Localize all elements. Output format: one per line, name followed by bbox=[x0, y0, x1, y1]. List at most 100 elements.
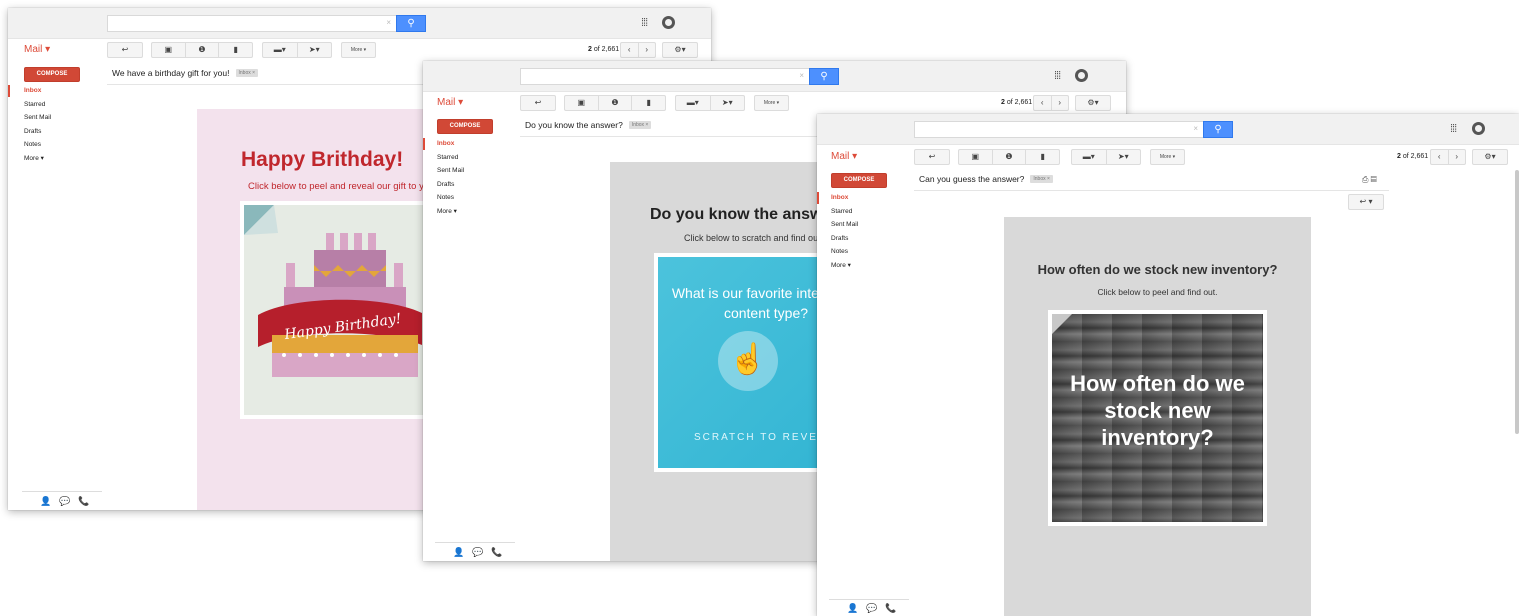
back-button[interactable]: ↩ bbox=[520, 95, 556, 111]
email-subline: Click below to peel and find out. bbox=[1097, 287, 1218, 297]
folder-icon[interactable]: ▬▾ bbox=[1072, 150, 1106, 164]
next-icon[interactable]: › bbox=[637, 43, 656, 57]
prev-icon[interactable]: ‹ bbox=[1431, 150, 1448, 164]
sidebar-nav: Inbox Starred Sent Mail Drafts Notes Mor… bbox=[437, 137, 464, 218]
compose-button[interactable]: COMPOSE bbox=[24, 67, 80, 82]
more-button[interactable]: More ▾ bbox=[341, 42, 376, 58]
sidebar-nav: Inbox Starred Sent Mail Drafts Notes Mor… bbox=[24, 84, 51, 165]
tag-icon[interactable]: ➤▾ bbox=[709, 96, 745, 110]
email-subline: Click below to peel and reveal our gift … bbox=[248, 181, 435, 192]
folder-icon[interactable]: ▬▾ bbox=[676, 96, 710, 110]
inbox-badge[interactable]: Inbox × bbox=[1030, 175, 1053, 183]
trash-icon[interactable]: ▮ bbox=[1025, 150, 1059, 164]
inbox-badge[interactable]: Inbox × bbox=[628, 121, 652, 129]
trash-icon[interactable]: ▮ bbox=[631, 96, 665, 110]
next-icon[interactable]: › bbox=[1050, 96, 1069, 110]
action-group: ▣ ❶ ▮ bbox=[958, 149, 1060, 165]
sidebar-item-notes[interactable]: Notes bbox=[437, 191, 464, 205]
settings-button[interactable]: ⚙▾ bbox=[662, 42, 698, 58]
inbox-marker bbox=[8, 85, 10, 97]
sidebar-item-inbox[interactable]: Inbox bbox=[24, 84, 51, 98]
spam-icon[interactable]: ❶ bbox=[991, 150, 1026, 164]
sidebar-item-notes[interactable]: Notes bbox=[831, 245, 858, 259]
search-button[interactable]: ⚲ bbox=[809, 68, 839, 85]
back-button[interactable]: ↩ bbox=[107, 42, 143, 58]
pager: ‹ › bbox=[1430, 149, 1466, 165]
apps-grid-icon[interactable]: ⁞⁞⁞ bbox=[1450, 123, 1457, 135]
account-icon[interactable] bbox=[662, 16, 675, 29]
label-group: ▬▾ ➤▾ bbox=[262, 42, 332, 58]
peel-corner[interactable] bbox=[1052, 314, 1072, 334]
folder-icon[interactable]: ▬▾ bbox=[263, 43, 297, 57]
settings-button[interactable]: ⚙▾ bbox=[1472, 149, 1508, 165]
gear-icon: ⚙▾ bbox=[674, 45, 686, 54]
apps-grid-icon[interactable]: ⁞⁞⁞ bbox=[1054, 70, 1061, 82]
birthday-card[interactable]: Happy Birthday! bbox=[240, 201, 440, 419]
account-icon[interactable] bbox=[1472, 122, 1485, 135]
search-clear-icon[interactable]: × bbox=[386, 18, 391, 27]
sidebar-item-drafts[interactable]: Drafts bbox=[831, 232, 858, 246]
settings-button[interactable]: ⚙▾ bbox=[1075, 95, 1111, 111]
page-count: 2 of 2,661 bbox=[1001, 99, 1033, 106]
sidebar-item-sent[interactable]: Sent Mail bbox=[437, 164, 464, 178]
sidebar-item-drafts[interactable]: Drafts bbox=[24, 125, 51, 139]
print-icon[interactable]: ⎙ ▤ bbox=[1362, 175, 1377, 185]
spam-icon[interactable]: ❶ bbox=[597, 96, 632, 110]
sidebar-item-drafts[interactable]: Drafts bbox=[437, 178, 464, 192]
sidebar-item-notes[interactable]: Notes bbox=[24, 138, 51, 152]
sidebar-item-more[interactable]: More ▾ bbox=[437, 205, 464, 219]
search-button[interactable]: ⚲ bbox=[396, 15, 426, 32]
more-button[interactable]: More ▾ bbox=[1150, 149, 1185, 165]
reply-arrow-icon: ↩ bbox=[121, 45, 129, 54]
inbox-marker bbox=[423, 138, 425, 150]
archive-icon[interactable]: ▣ bbox=[152, 43, 185, 57]
sidebar-item-inbox[interactable]: Inbox bbox=[437, 137, 464, 151]
birthday-cake-illustration bbox=[244, 205, 422, 377]
archive-icon[interactable]: ▣ bbox=[959, 150, 992, 164]
search-clear-icon[interactable]: × bbox=[1193, 124, 1198, 133]
sidebar-item-starred[interactable]: Starred bbox=[831, 205, 858, 219]
account-icon[interactable] bbox=[1075, 69, 1088, 82]
trash-icon[interactable]: ▮ bbox=[218, 43, 252, 57]
compose-button[interactable]: COMPOSE bbox=[831, 173, 887, 188]
archive-icon[interactable]: ▣ bbox=[565, 96, 598, 110]
footer-icons[interactable]: 👤💬📞 bbox=[40, 496, 98, 507]
back-button[interactable]: ↩ bbox=[914, 149, 950, 165]
compose-button[interactable]: COMPOSE bbox=[437, 119, 493, 134]
sidebar-item-starred[interactable]: Starred bbox=[437, 151, 464, 165]
reply-button[interactable]: ↩ ▾ bbox=[1348, 194, 1384, 210]
pager: ‹ › bbox=[620, 42, 656, 58]
mail-menu[interactable]: Mail ▾ bbox=[437, 97, 463, 108]
sidebar-item-sent[interactable]: Sent Mail bbox=[831, 218, 858, 232]
inbox-badge[interactable]: Inbox × bbox=[235, 69, 259, 77]
prev-icon[interactable]: ‹ bbox=[1034, 96, 1051, 110]
gear-icon: ⚙▾ bbox=[1087, 98, 1099, 107]
sidebar-item-more[interactable]: More ▾ bbox=[24, 152, 51, 166]
search-input[interactable]: × bbox=[520, 68, 810, 85]
page-count: 2 of 2,661 bbox=[588, 46, 620, 53]
sidebar-item-inbox[interactable]: Inbox bbox=[831, 191, 858, 205]
more-button[interactable]: More ▾ bbox=[754, 95, 789, 111]
tag-icon[interactable]: ➤▾ bbox=[1105, 150, 1141, 164]
search-input[interactable]: × bbox=[914, 121, 1204, 138]
email-headline: Happy Brithday! bbox=[241, 148, 404, 171]
footer-icons[interactable]: 👤💬📞 bbox=[847, 603, 905, 614]
spam-icon[interactable]: ❶ bbox=[184, 43, 219, 57]
sidebar-item-more[interactable]: More ▾ bbox=[831, 259, 858, 273]
search-button[interactable]: ⚲ bbox=[1203, 121, 1233, 138]
next-icon[interactable]: › bbox=[1447, 150, 1466, 164]
action-group: ▣ ❶ ▮ bbox=[151, 42, 253, 58]
prev-icon[interactable]: ‹ bbox=[621, 43, 638, 57]
mail-menu[interactable]: Mail ▾ bbox=[831, 151, 857, 162]
mail-menu[interactable]: Mail ▾ bbox=[24, 44, 50, 55]
peel-card[interactable]: How often do we stock new inventory? bbox=[1048, 310, 1267, 526]
apps-grid-icon[interactable]: ⁞⁞⁞ bbox=[641, 17, 648, 29]
sidebar-item-starred[interactable]: Starred bbox=[24, 98, 51, 112]
sidebar-item-sent[interactable]: Sent Mail bbox=[24, 111, 51, 125]
sidebar-nav: Inbox Starred Sent Mail Drafts Notes Mor… bbox=[831, 191, 858, 272]
tag-icon[interactable]: ➤▾ bbox=[296, 43, 332, 57]
footer-icons[interactable]: 👤💬📞 bbox=[453, 547, 511, 558]
search-input[interactable]: × bbox=[107, 15, 397, 32]
scrollbar[interactable] bbox=[1515, 170, 1519, 434]
search-clear-icon[interactable]: × bbox=[799, 71, 804, 80]
